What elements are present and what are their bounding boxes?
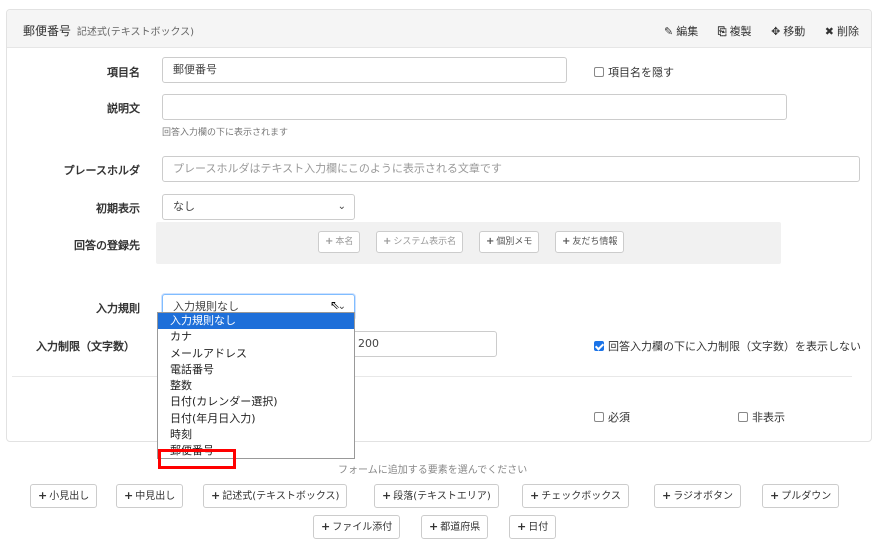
edit-button[interactable]: ✎ 編集 bbox=[664, 25, 698, 38]
add-small-heading-button[interactable]: + 小見出し bbox=[30, 484, 98, 508]
description-input[interactable] bbox=[162, 94, 787, 120]
destination-area: + 本名 + システム表示名 + 個別メモ + 友だち情報 bbox=[156, 222, 781, 264]
option-phone[interactable]: 電話番号 bbox=[158, 362, 354, 378]
pencil-icon: ✎ bbox=[664, 25, 674, 38]
add-prefecture-button[interactable]: + 都道府県 bbox=[421, 515, 489, 539]
plus-icon: + bbox=[211, 489, 221, 502]
checkbox-icon bbox=[594, 412, 604, 422]
add-file-attach-button[interactable]: + ファイル添付 bbox=[313, 515, 401, 539]
plus-icon: + bbox=[382, 489, 392, 502]
chevron-down-icon: ⌄ bbox=[337, 201, 346, 212]
add-checkbox-button[interactable]: + チェックボックス bbox=[522, 484, 629, 508]
plus-icon: + bbox=[38, 489, 48, 502]
add-medium-heading-button[interactable]: + 中見出し bbox=[116, 484, 184, 508]
description-label: 説明文 bbox=[107, 102, 140, 115]
input-rule-label: 入力規則 bbox=[96, 302, 140, 315]
plus-icon: + bbox=[124, 489, 134, 502]
plus-icon: + bbox=[517, 520, 527, 533]
delete-icon: ✖ bbox=[824, 25, 834, 38]
element-type: 記述式(テキストボックス) bbox=[76, 27, 195, 38]
chip-friend-info[interactable]: + 友だち情報 bbox=[555, 231, 625, 253]
option-date-calendar[interactable]: 日付(カレンダー選択) bbox=[158, 394, 354, 410]
option-time[interactable]: 時刻 bbox=[158, 427, 354, 443]
hidden-checkbox[interactable]: 非表示 bbox=[738, 409, 785, 425]
card-header: 郵便番号 記述式(テキストボックス) ✎ 編集 ⎘ 複製 ✥ 移動 ✖ 削除 bbox=[7, 10, 871, 48]
move-button[interactable]: ✥ 移動 bbox=[771, 25, 805, 38]
char-limit-label: 入力制限（文字数） bbox=[36, 340, 135, 353]
plus-icon: + bbox=[562, 236, 571, 247]
hide-item-name-checkbox[interactable]: 項目名を隠す bbox=[594, 64, 674, 80]
option-none[interactable]: 入力規則なし bbox=[158, 313, 354, 330]
delete-button[interactable]: ✖ 削除 bbox=[825, 25, 859, 38]
chip-personal-memo[interactable]: + 個別メモ bbox=[479, 231, 540, 253]
item-name-input[interactable]: 郵便番号 bbox=[162, 57, 567, 83]
checkbox-icon bbox=[738, 412, 748, 422]
add-element-hint: フォームに追加する要素を選んでください bbox=[338, 465, 528, 476]
placeholder-input[interactable]: プレースホルダはテキスト入力欄にこのように表示される文章です bbox=[162, 156, 860, 182]
hide-char-limit-checkbox[interactable]: 回答入力欄の下に入力制限（文字数）を表示しない bbox=[594, 338, 861, 354]
placeholder-label: プレースホルダ bbox=[63, 164, 140, 177]
plus-icon: + bbox=[486, 236, 495, 247]
plus-icon: + bbox=[383, 236, 392, 247]
move-icon: ✥ bbox=[771, 25, 781, 38]
element-title: 郵便番号 bbox=[23, 24, 72, 38]
plus-icon: + bbox=[429, 520, 439, 533]
checkbox-checked-icon bbox=[594, 341, 604, 351]
plus-icon: + bbox=[662, 489, 672, 502]
initial-display-label: 初期表示 bbox=[96, 202, 140, 215]
plus-icon: + bbox=[530, 489, 540, 502]
duplicate-button[interactable]: ⎘ 複製 bbox=[718, 25, 752, 38]
add-pulldown-button[interactable]: + プルダウン bbox=[762, 484, 840, 508]
chip-real-name[interactable]: + 本名 bbox=[318, 231, 361, 253]
destination-label: 回答の登録先 bbox=[74, 239, 140, 252]
option-kana[interactable]: カナ bbox=[158, 329, 354, 345]
input-rule-dropdown: 入力規則なし カナ メールアドレス 電話番号 整数 日付(カレンダー選択) 日付… bbox=[157, 312, 355, 459]
divider bbox=[12, 376, 852, 377]
option-integer[interactable]: 整数 bbox=[158, 378, 354, 394]
plus-icon: + bbox=[321, 520, 331, 533]
add-textarea-button[interactable]: + 段落(テキストエリア) bbox=[374, 484, 499, 508]
item-name-label: 項目名 bbox=[107, 66, 140, 79]
add-textbox-button[interactable]: + 記述式(テキストボックス) bbox=[203, 484, 348, 508]
add-radio-button[interactable]: + ラジオボタン bbox=[654, 484, 742, 508]
chip-system-name[interactable]: + システム表示名 bbox=[376, 231, 464, 253]
highlight-box bbox=[158, 449, 236, 469]
option-date-ymd[interactable]: 日付(年月日入力) bbox=[158, 411, 354, 427]
mouse-cursor-icon: ⇖ bbox=[330, 298, 341, 312]
required-checkbox[interactable]: 必須 bbox=[594, 409, 630, 425]
card-title: 郵便番号 記述式(テキストボックス) bbox=[23, 22, 194, 39]
checkbox-icon bbox=[594, 67, 604, 77]
plus-icon: + bbox=[770, 489, 780, 502]
option-email[interactable]: メールアドレス bbox=[158, 346, 354, 362]
add-date-button[interactable]: + 日付 bbox=[509, 515, 557, 539]
plus-icon: + bbox=[325, 236, 334, 247]
copy-icon: ⎘ bbox=[717, 25, 727, 38]
description-help: 回答入力欄の下に表示されます bbox=[162, 128, 289, 138]
initial-display-select[interactable]: なし ⌄ bbox=[162, 194, 355, 220]
header-actions: ✎ 編集 ⎘ 複製 ✥ 移動 ✖ 削除 bbox=[648, 23, 859, 39]
